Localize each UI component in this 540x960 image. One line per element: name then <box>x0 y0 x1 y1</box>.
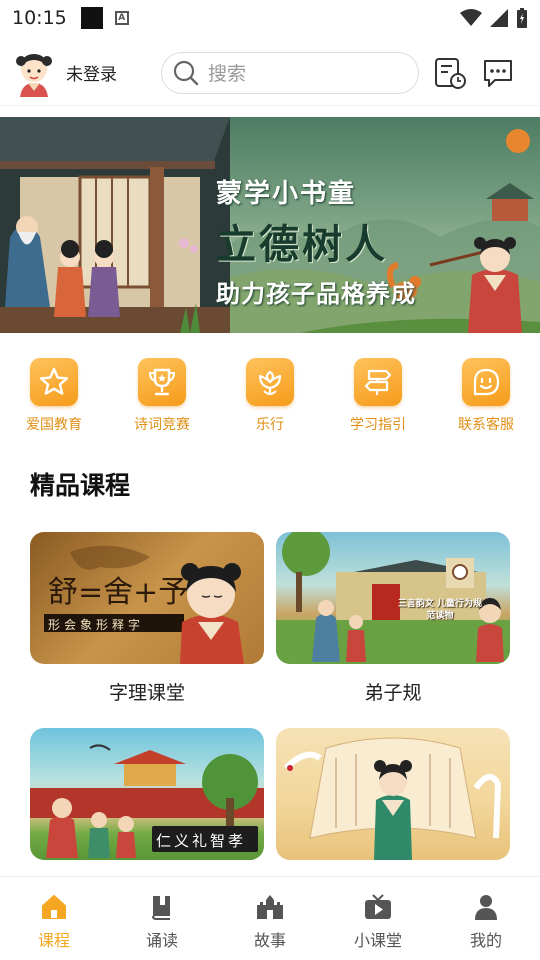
promo-banner[interactable]: 蒙学小书童 立德树人 助力孩子品格养成 <box>0 117 540 333</box>
course-label[interactable]: 弟子规 <box>276 678 510 705</box>
card-image-text: 形会象形释字 <box>48 618 145 632</box>
notification-icon <box>80 7 103 29</box>
star-icon <box>30 358 78 406</box>
tab-profile[interactable]: 我的 <box>432 877 540 960</box>
trophy-icon <box>138 358 186 406</box>
nav-label: 课程 <box>37 931 70 950</box>
signpost-icon <box>354 358 402 406</box>
status-time: 10:15 <box>12 7 67 29</box>
banner-text: 蒙学小书童 立德树人 助力孩子品格养成 <box>216 173 416 309</box>
wifi-icon <box>460 9 482 26</box>
tab-mini-class[interactable]: 小课堂 <box>324 877 432 960</box>
person-icon <box>475 895 497 920</box>
menu-label: 诗词竞赛 <box>134 417 190 433</box>
svg-text:舒=舍+予: 舒=舍+予 <box>48 575 188 610</box>
menu-label: 爱国教育 <box>26 417 82 433</box>
castle-icon <box>257 895 283 919</box>
banner-line3: 助力孩子品格养成 <box>216 280 416 308</box>
menu-label: 乐行 <box>256 417 284 433</box>
menu-label: 学习指引 <box>350 417 406 433</box>
course-card-shijing[interactable] <box>276 728 510 860</box>
accessibility-icon: A <box>114 11 129 25</box>
menu-item-study-guide[interactable]: 学习指引 <box>324 358 432 438</box>
course-card-zili[interactable]: 舒=舍+予 形会象形释字 <box>30 532 264 664</box>
course-card-renyi[interactable]: 仁义礼智孝 <box>30 728 264 860</box>
search-placeholder: 搜索 <box>208 63 247 85</box>
history-icon[interactable] <box>433 56 467 90</box>
banner-line1: 蒙学小书童 <box>216 179 357 209</box>
course-card-dizigui[interactable]: 三言韵文 儿童行为规范读物 <box>276 532 510 664</box>
nav-label: 故事 <box>253 931 286 950</box>
quick-menu: 爱国教育 诗词竞赛 乐行 学习指引 联系客服 <box>0 358 540 438</box>
menu-item-poetry-contest[interactable]: 诗词竞赛 <box>108 358 216 438</box>
nav-label: 诵读 <box>145 931 178 950</box>
status-bar: 10:15 A <box>0 0 540 36</box>
top-header: 未登录 搜索 <box>0 40 540 106</box>
book-icon <box>152 896 170 920</box>
bottom-nav: 课程 诵读 故事 小课堂 我的 <box>0 876 540 960</box>
flower-icon <box>246 358 294 406</box>
menu-item-lexing[interactable]: 乐行 <box>216 358 324 438</box>
avatar[interactable] <box>14 49 54 97</box>
tab-recitation[interactable]: 诵读 <box>108 877 216 960</box>
banner-line2: 立德树人 <box>216 222 388 268</box>
menu-label: 联系客服 <box>458 417 514 433</box>
course-label[interactable]: 字理课堂 <box>30 678 264 705</box>
login-status-text[interactable]: 未登录 <box>66 60 117 85</box>
tv-icon <box>365 894 391 919</box>
signal-icon <box>490 9 508 27</box>
nav-label: 我的 <box>469 931 502 950</box>
card-image-text: 仁义礼智孝 <box>156 832 247 850</box>
message-icon[interactable] <box>481 56 515 90</box>
menu-item-customer-service[interactable]: 联系客服 <box>432 358 540 438</box>
home-icon <box>42 895 66 919</box>
search-icon <box>173 60 199 85</box>
section-title: 精品课程 <box>30 471 131 500</box>
search-input[interactable]: 搜索 <box>161 51 419 94</box>
tab-stories[interactable]: 故事 <box>216 877 324 960</box>
menu-item-patriotic-education[interactable]: 爱国教育 <box>0 358 108 438</box>
tab-courses[interactable]: 课程 <box>0 877 108 960</box>
chat-face-icon <box>462 358 510 406</box>
card-image-text: 三言韵文 儿童行为规范读物 <box>397 599 483 621</box>
nav-label: 小课堂 <box>353 931 402 950</box>
battery-icon <box>517 8 527 28</box>
